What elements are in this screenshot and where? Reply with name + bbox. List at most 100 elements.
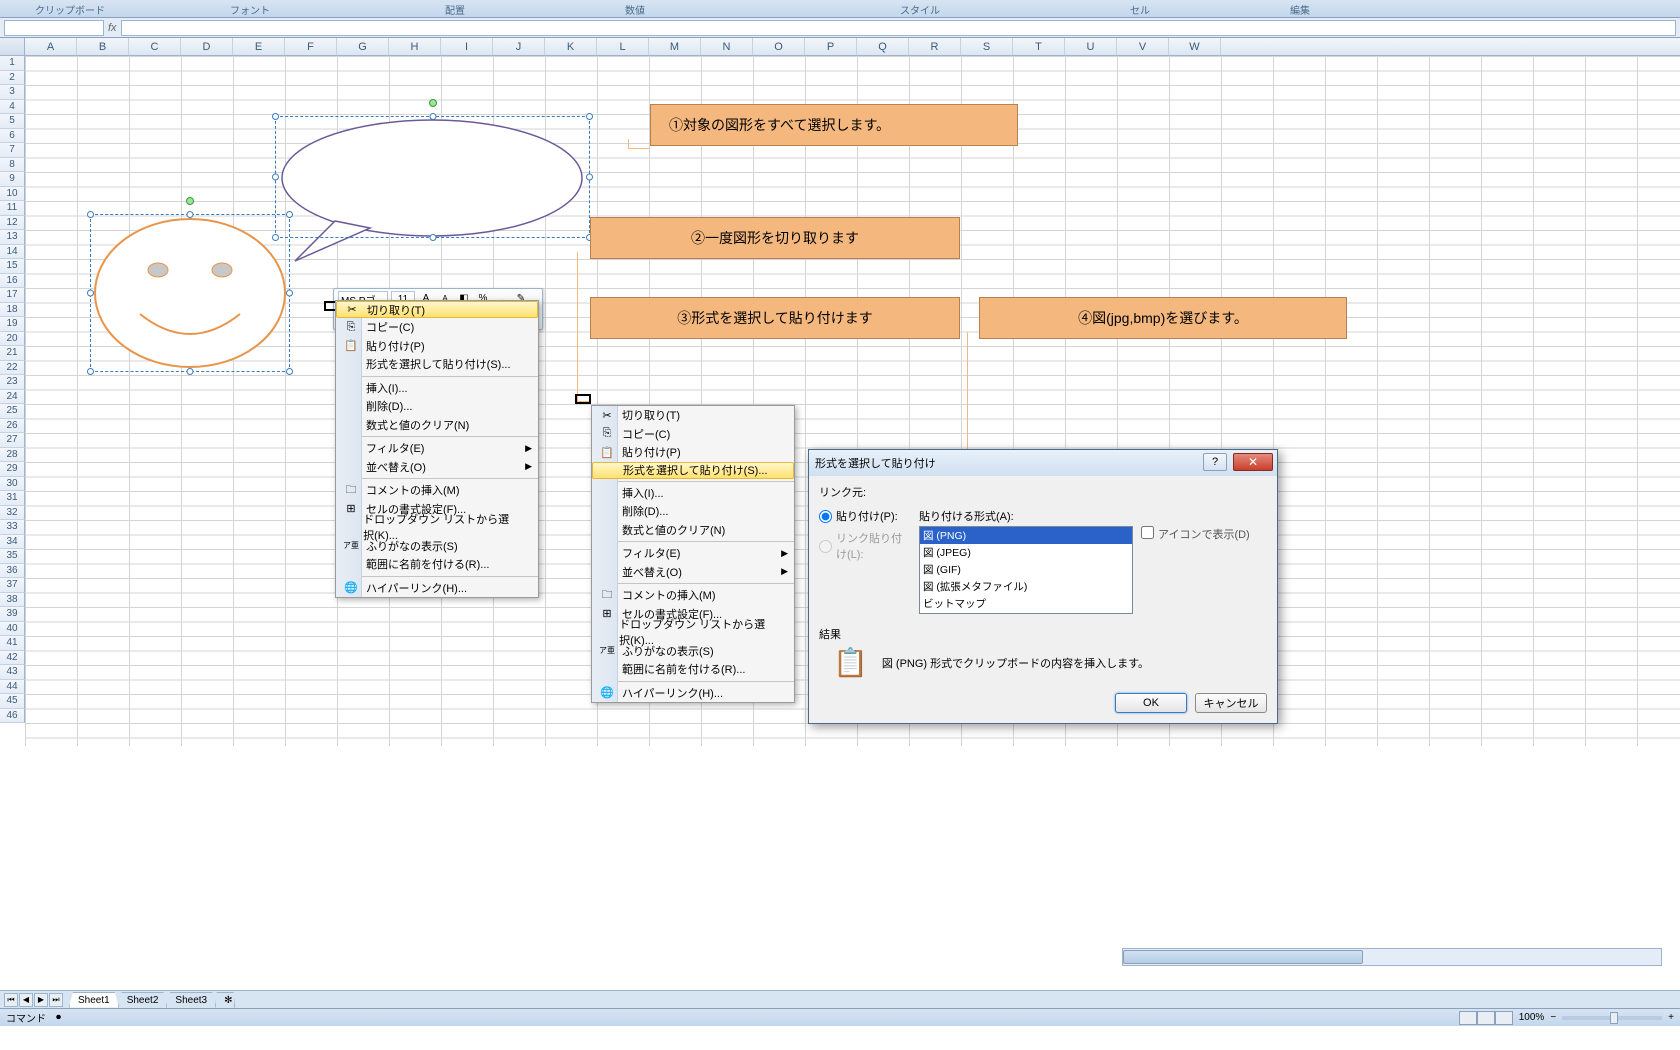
ctx2-hyperlink[interactable]: 🌐ハイパーリンク(H)... <box>592 684 794 703</box>
row-header[interactable]: 31 <box>0 491 25 506</box>
row-header[interactable]: 15 <box>0 259 25 274</box>
col-header[interactable]: P <box>805 38 857 55</box>
formula-input[interactable] <box>121 20 1676 36</box>
format-option[interactable]: Microsoft Office 描画オブジェクト <box>920 612 1132 614</box>
row-header[interactable]: 32 <box>0 506 25 521</box>
ctx2-comment[interactable]: 🗀コメントの挿入(M) <box>592 586 794 605</box>
row-header[interactable]: 46 <box>0 709 25 724</box>
row-header[interactable]: 10 <box>0 187 25 202</box>
col-header[interactable]: U <box>1065 38 1117 55</box>
row-header[interactable]: 37 <box>0 578 25 593</box>
zoom-out-button[interactable]: − <box>1550 1012 1556 1023</box>
view-buttons[interactable] <box>1459 1011 1513 1025</box>
row-header[interactable]: 38 <box>0 593 25 608</box>
row-header[interactable]: 22 <box>0 361 25 376</box>
row-header[interactable]: 8 <box>0 158 25 173</box>
format-option[interactable]: ビットマップ <box>920 595 1132 612</box>
row-header[interactable]: 33 <box>0 520 25 535</box>
ctx2-phonetic[interactable]: ア亜ふりがなの表示(S) <box>592 642 794 661</box>
ctx2-cut[interactable]: ✂切り取り(T) <box>592 406 794 425</box>
row-header[interactable]: 23 <box>0 375 25 390</box>
row-header[interactable]: 4 <box>0 100 25 115</box>
tab-nav[interactable]: ⏮◀▶⏭ <box>4 993 63 1007</box>
row-header[interactable]: 17 <box>0 288 25 303</box>
ctx2-dropdown[interactable]: ドロップダウン リストから選択(K)... <box>592 623 794 642</box>
ctx2-insert[interactable]: 挿入(I)... <box>592 484 794 503</box>
paste-radio[interactable]: 貼り付け(P): <box>819 508 909 524</box>
ok-button[interactable]: OK <box>1115 693 1187 713</box>
format-listbox[interactable]: 図 (PNG)図 (JPEG)図 (GIF)図 (拡張メタファイル)ビットマップ… <box>919 526 1133 614</box>
resize-handle[interactable] <box>586 174 593 181</box>
ctx2-paste[interactable]: 📋貼り付け(P) <box>592 443 794 462</box>
ctx2-copy[interactable]: ⎘コピー(C) <box>592 425 794 444</box>
row-header[interactable]: 7 <box>0 143 25 158</box>
ctx2-filter[interactable]: フィルタ(E)▶ <box>592 544 794 563</box>
resize-handle[interactable] <box>87 368 94 375</box>
row-header[interactable]: 35 <box>0 549 25 564</box>
zoom-in-button[interactable]: + <box>1668 1012 1674 1023</box>
ctx2-sort[interactable]: 並べ替え(O)▶ <box>592 563 794 582</box>
ctx2-paste-special[interactable]: 形式を選択して貼り付け(S)... <box>592 462 794 479</box>
row-header[interactable]: 43 <box>0 665 25 680</box>
col-header[interactable]: G <box>337 38 389 55</box>
col-header[interactable]: E <box>233 38 285 55</box>
row-header[interactable]: 44 <box>0 680 25 695</box>
col-header[interactable]: V <box>1117 38 1169 55</box>
ctx-cut[interactable]: ✂切り取り(T) <box>336 301 538 318</box>
ctx-name-range[interactable]: 範囲に名前を付ける(R)... <box>336 555 538 574</box>
sheet-tab-1[interactable]: Sheet1 <box>69 992 119 1008</box>
resize-handle[interactable] <box>187 211 194 218</box>
row-header[interactable]: 2 <box>0 71 25 86</box>
col-header[interactable]: A <box>25 38 77 55</box>
row-header[interactable]: 28 <box>0 448 25 463</box>
col-header[interactable]: N <box>701 38 753 55</box>
ctx-copy[interactable]: ⎘コピー(C) <box>336 318 538 337</box>
row-header[interactable]: 45 <box>0 694 25 709</box>
row-header[interactable]: 26 <box>0 419 25 434</box>
row-header[interactable]: 19 <box>0 317 25 332</box>
row-header[interactable]: 36 <box>0 564 25 579</box>
resize-handle[interactable] <box>286 290 293 297</box>
resize-handle[interactable] <box>586 113 593 120</box>
ctx-paste[interactable]: 📋貼り付け(P) <box>336 337 538 356</box>
row-header[interactable]: 5 <box>0 114 25 129</box>
row-header[interactable]: 24 <box>0 390 25 405</box>
col-header[interactable]: H <box>389 38 441 55</box>
sheet-tab-2[interactable]: Sheet2 <box>118 992 168 1008</box>
row-header[interactable]: 40 <box>0 622 25 637</box>
ctx-dropdown[interactable]: ドロップダウン リストから選択(K)... <box>336 518 538 537</box>
speech-bubble-shape[interactable] <box>275 116 590 266</box>
col-header[interactable]: D <box>181 38 233 55</box>
dialog-close-button[interactable]: ✕ <box>1233 453 1273 471</box>
ctx-delete[interactable]: 削除(D)... <box>336 397 538 416</box>
col-header[interactable]: Q <box>857 38 909 55</box>
resize-handle[interactable] <box>187 368 194 375</box>
ctx-sort[interactable]: 並べ替え(O)▶ <box>336 458 538 477</box>
resize-handle[interactable] <box>429 234 436 241</box>
row-header[interactable]: 39 <box>0 607 25 622</box>
col-header[interactable]: W <box>1169 38 1221 55</box>
col-header[interactable]: J <box>493 38 545 55</box>
resize-handle[interactable] <box>272 113 279 120</box>
row-header[interactable]: 25 <box>0 404 25 419</box>
rotation-handle[interactable] <box>429 99 437 107</box>
name-box[interactable] <box>4 20 104 36</box>
row-header[interactable]: 11 <box>0 201 25 216</box>
resize-handle[interactable] <box>272 234 279 241</box>
row-header[interactable]: 20 <box>0 332 25 347</box>
new-sheet-tab[interactable]: ✻ <box>215 992 235 1008</box>
col-header[interactable]: B <box>77 38 129 55</box>
rotation-handle[interactable] <box>186 197 194 205</box>
col-header[interactable]: R <box>909 38 961 55</box>
format-option[interactable]: 図 (PNG) <box>920 527 1132 544</box>
dialog-titlebar[interactable]: 形式を選択して貼り付け ? ✕ <box>809 450 1277 476</box>
format-option[interactable]: 図 (拡張メタファイル) <box>920 578 1132 595</box>
icon-display-check[interactable]: アイコンで表示(D) <box>1141 526 1250 614</box>
resize-handle[interactable] <box>272 174 279 181</box>
col-header[interactable]: O <box>753 38 805 55</box>
row-header[interactable]: 18 <box>0 303 25 318</box>
row-header[interactable]: 14 <box>0 245 25 260</box>
col-header[interactable]: T <box>1013 38 1065 55</box>
row-header[interactable]: 6 <box>0 129 25 144</box>
resize-handle[interactable] <box>87 211 94 218</box>
